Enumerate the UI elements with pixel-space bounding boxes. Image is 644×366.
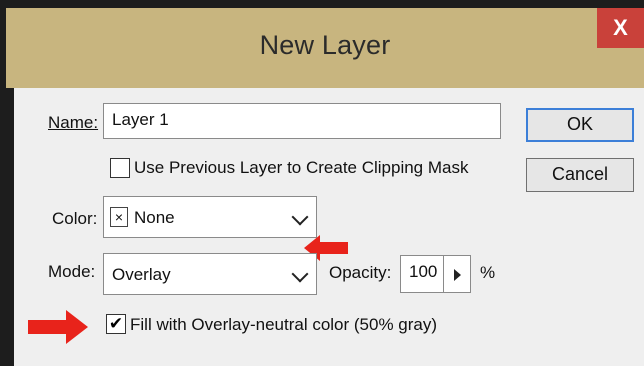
triangle-right-icon bbox=[454, 269, 461, 281]
clipping-mask-checkbox[interactable] bbox=[110, 158, 130, 178]
color-label: Color: bbox=[52, 209, 98, 228]
close-icon: X bbox=[613, 15, 628, 40]
opacity-unit: % bbox=[480, 263, 496, 282]
name-input[interactable]: Layer 1 bbox=[103, 103, 501, 139]
dialog-title: New Layer bbox=[259, 30, 391, 60]
close-button[interactable]: X bbox=[597, 8, 644, 48]
cancel-button[interactable]: Cancel bbox=[526, 158, 634, 192]
mode-label: Mode: bbox=[48, 262, 96, 281]
opacity-stepper[interactable] bbox=[443, 255, 471, 293]
mode-select-value: Overlay bbox=[112, 265, 171, 284]
ok-button[interactable]: OK bbox=[526, 108, 634, 142]
opacity-label: Opacity: bbox=[329, 263, 392, 282]
opacity-input-value: 100 bbox=[409, 262, 438, 281]
name-label-text: Name: bbox=[48, 113, 99, 132]
no-color-swatch-icon: × bbox=[110, 207, 128, 227]
name-input-value: Layer 1 bbox=[112, 110, 169, 129]
color-select[interactable]: × None bbox=[103, 196, 317, 238]
color-select-value: None bbox=[134, 208, 175, 227]
chevron-down-icon bbox=[291, 208, 309, 226]
name-label: Name: bbox=[48, 113, 98, 133]
chevron-down-icon bbox=[291, 265, 309, 283]
fill-neutral-checkbox[interactable]: ✔ bbox=[106, 314, 126, 334]
window-frame: New Layer X Name: Layer 1 Use Previous L… bbox=[0, 0, 644, 366]
mode-select[interactable]: Overlay bbox=[103, 253, 317, 295]
fill-neutral-label: Fill with Overlay-neutral color (50% gra… bbox=[130, 315, 438, 334]
title-bar[interactable]: New Layer X bbox=[6, 8, 644, 88]
annotation-arrow-right-icon bbox=[28, 310, 88, 344]
clipping-mask-label: Use Previous Layer to Create Clipping Ma… bbox=[134, 158, 469, 177]
dialog-body: Name: Layer 1 Use Previous Layer to Crea… bbox=[14, 88, 644, 366]
opacity-input[interactable]: 100 bbox=[400, 255, 444, 293]
